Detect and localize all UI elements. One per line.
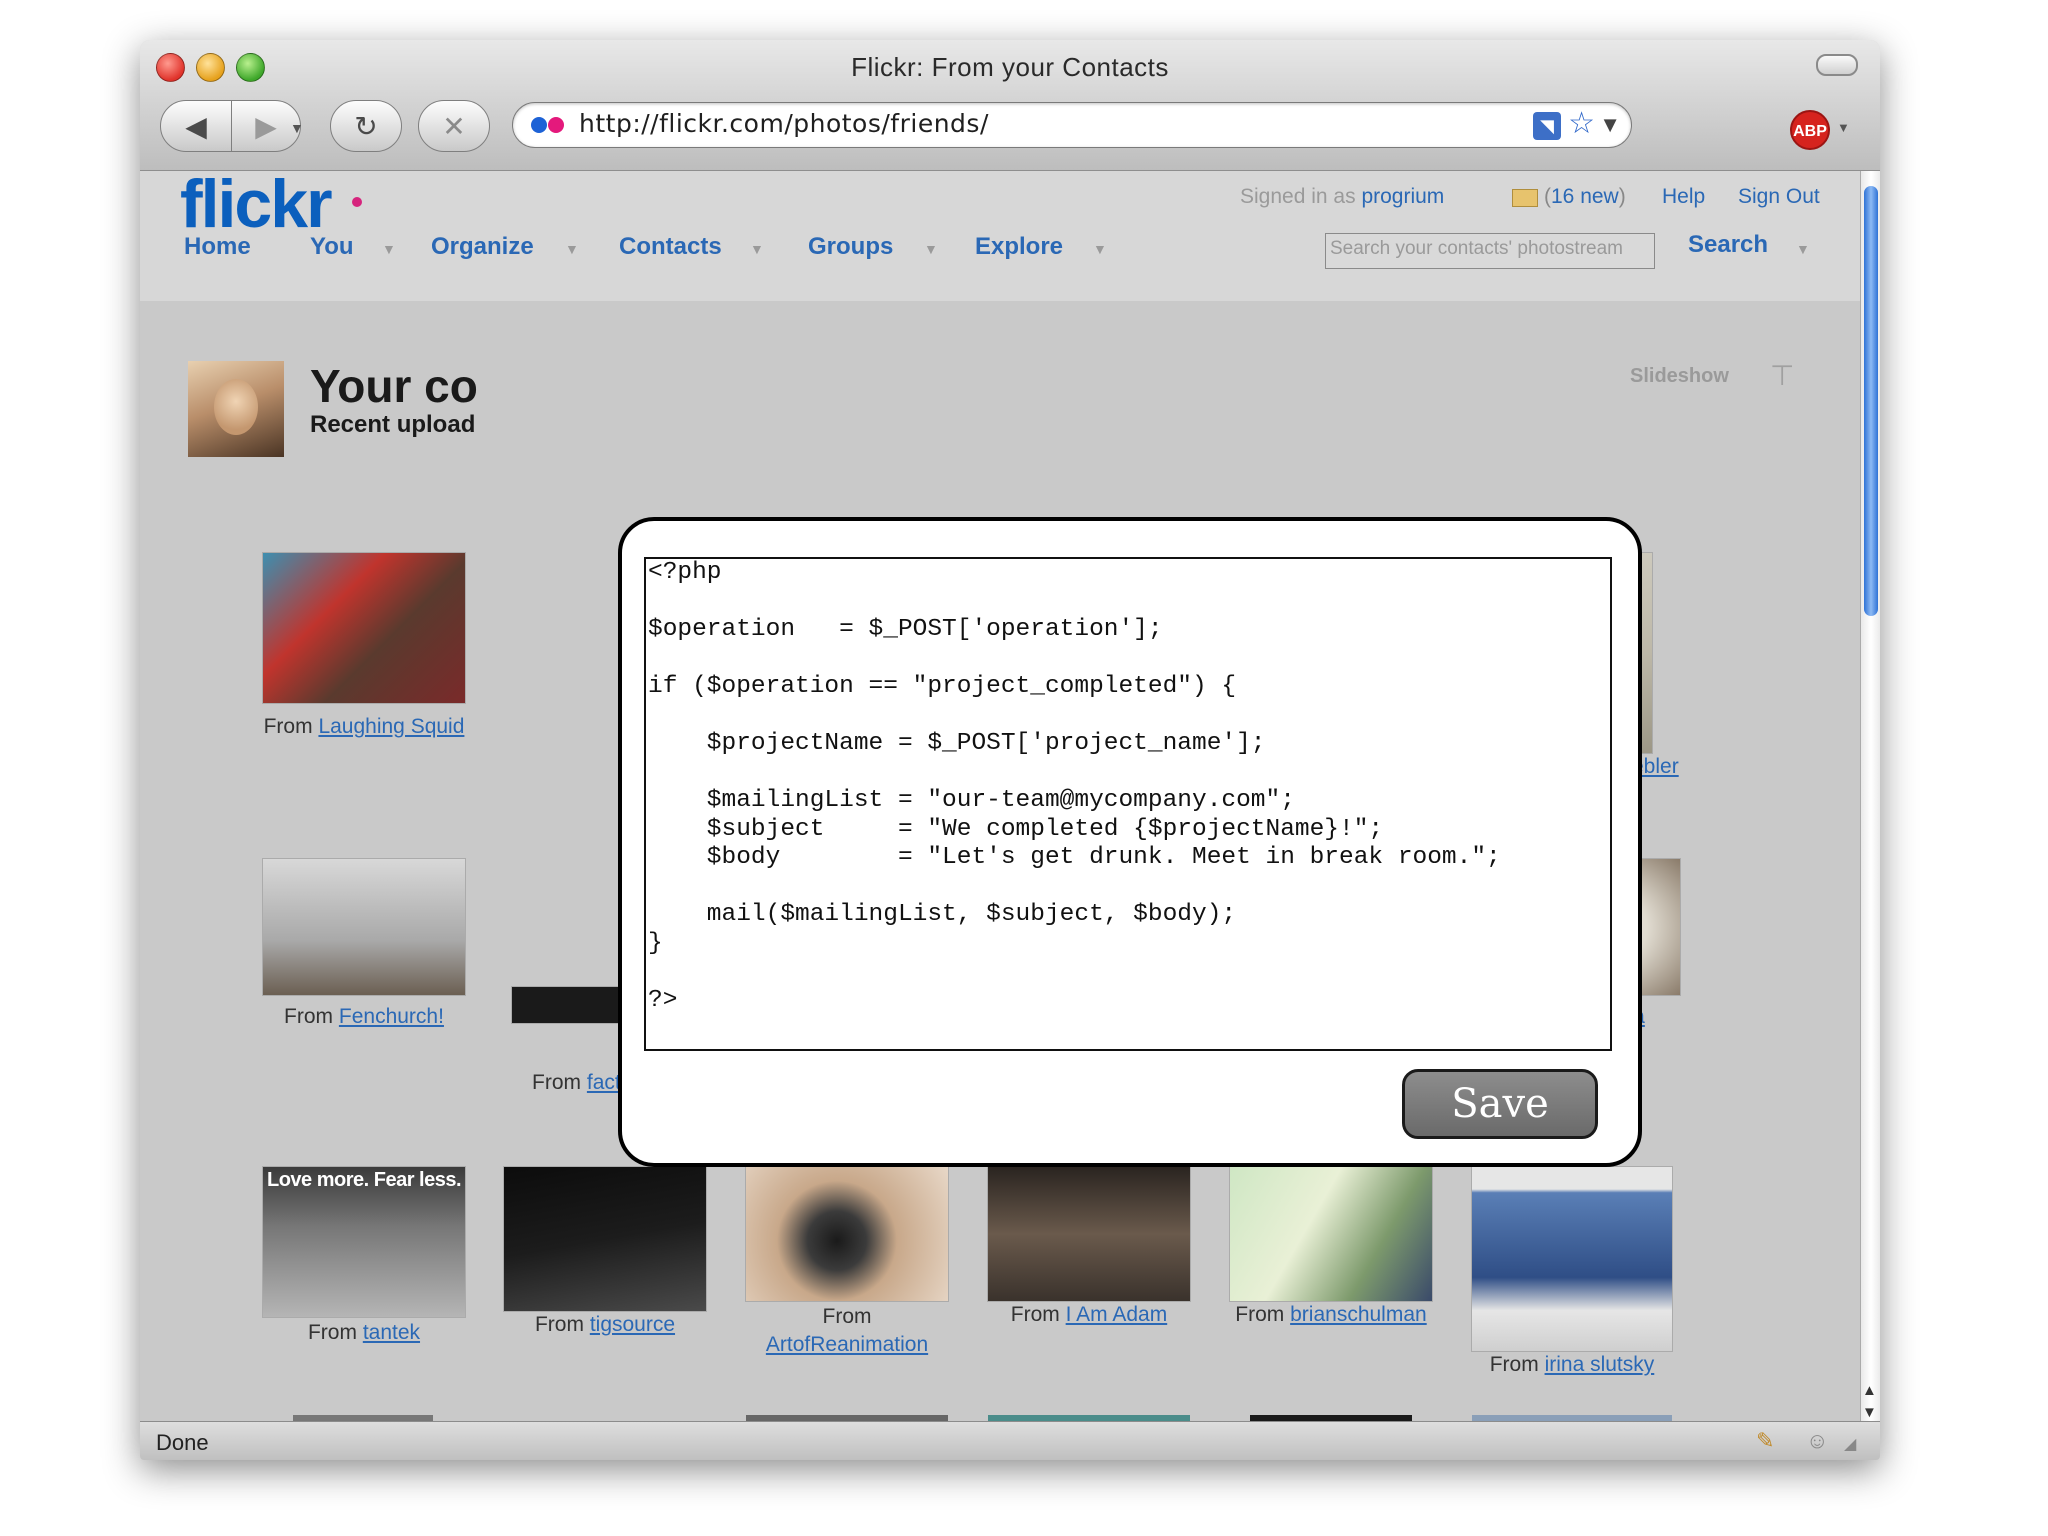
forward-arrow-icon: ▶ — [255, 110, 277, 142]
from-label: From — [1235, 1303, 1285, 1326]
nav-contacts[interactable]: Contacts — [619, 233, 722, 261]
from-label: From — [284, 1005, 334, 1028]
back-button[interactable]: ◀ — [160, 100, 232, 152]
photo-thumbnail[interactable] — [504, 1167, 706, 1311]
photo-caption: From irina slutsky — [1452, 1353, 1692, 1377]
window-title: Flickr: From your Contacts — [851, 52, 1169, 82]
url-dropdown-icon[interactable]: ▼ — [1599, 112, 1621, 138]
photo-thumbnail[interactable]: Love more. Fear less. — [263, 1167, 465, 1317]
new-messages[interactable]: (16 new) — [1544, 185, 1626, 209]
mail-icon[interactable] — [1512, 189, 1538, 207]
pencil-icon[interactable]: ✎ — [1756, 1428, 1774, 1454]
contact-link[interactable]: tigsource — [590, 1313, 675, 1336]
status-bar: Done ✎ ☺ ◢ — [140, 1421, 1880, 1460]
bookmark-star-icon[interactable]: ☆ — [1568, 106, 1595, 141]
photo-thumbnail[interactable] — [263, 859, 465, 995]
php-code[interactable]: <?php $operation = $_POST['operation']; … — [646, 559, 1610, 1015]
photo-thumbnail[interactable] — [1230, 1167, 1432, 1301]
resize-grip-icon[interactable]: ◢ — [1844, 1434, 1856, 1454]
search-dropdown-icon[interactable]: ▼ — [1796, 241, 1810, 257]
contact-link[interactable]: brianschulman — [1290, 1303, 1427, 1326]
contact-link[interactable]: ArtofReanimation — [766, 1333, 928, 1356]
contact-link[interactable]: tantek — [363, 1321, 420, 1344]
from-label: From — [534, 1313, 584, 1336]
photo-overlay-text: Love more. Fear less. — [267, 1169, 462, 1191]
page-content: flickr Signed in as progrium (16 new) He… — [140, 171, 1860, 1421]
browser-toolbar: Flickr: From your Contacts ◀ ▶ ▼ ↻ ✕ htt… — [140, 40, 1880, 171]
help-link[interactable]: Help — [1662, 185, 1705, 209]
nav-home[interactable]: Home — [184, 233, 251, 261]
reload-icon: ↻ — [354, 110, 378, 142]
signed-in-text: Signed in as progrium — [1240, 185, 1444, 209]
photo-thumbnail[interactable] — [746, 1167, 948, 1301]
page-title: Your co — [310, 360, 478, 412]
nav-groups[interactable]: Groups — [808, 233, 893, 261]
from-label: From — [1489, 1353, 1539, 1376]
nav-explore[interactable]: Explore — [975, 233, 1063, 261]
stop-button[interactable]: ✕ — [418, 100, 490, 152]
page-subtitle: Recent upload — [310, 411, 476, 438]
back-arrow-icon: ◀ — [185, 110, 207, 142]
from-label: From — [307, 1321, 357, 1344]
code-editor-textarea[interactable]: <?php $operation = $_POST['operation']; … — [644, 557, 1612, 1051]
code-editor-modal: <?php $operation = $_POST['operation']; … — [618, 517, 1642, 1167]
slideshow-icon[interactable]: ⊤ — [1770, 359, 1794, 392]
photo-thumbnail[interactable] — [988, 1167, 1190, 1301]
scroll-up-icon[interactable]: ▲ — [1862, 1382, 1877, 1399]
photo-caption: From tantek — [243, 1321, 485, 1345]
address-bar[interactable]: http://flickr.com/photos/friends/ ◥ ☆ ▼ — [512, 102, 1632, 148]
from-label: From — [532, 1071, 582, 1094]
nav-explore-dropdown-icon[interactable]: ▼ — [1093, 241, 1107, 257]
photo-caption: From brianschulman — [1210, 1303, 1452, 1327]
url-text[interactable]: http://flickr.com/photos/friends/ — [579, 109, 989, 138]
contact-link[interactable]: I Am Adam — [1066, 1303, 1168, 1326]
username-link[interactable]: progrium — [1361, 185, 1444, 208]
flickr-logo-dot — [352, 197, 362, 207]
photo-caption: From I Am Adam — [968, 1303, 1210, 1327]
from-label: From — [822, 1305, 872, 1328]
history-dropdown-icon[interactable]: ▼ — [290, 120, 304, 136]
status-text: Done — [156, 1430, 209, 1455]
nav-organize[interactable]: Organize — [431, 233, 534, 261]
site-favicon-icon — [531, 117, 571, 135]
slideshow-link[interactable]: Slideshow — [1630, 365, 1729, 388]
search-button[interactable]: Search — [1688, 231, 1768, 259]
adblock-icon[interactable]: ABP — [1790, 110, 1830, 150]
from-label: From — [263, 715, 313, 738]
extension-icon[interactable]: ☺ — [1806, 1428, 1828, 1454]
stop-icon: ✕ — [442, 110, 466, 142]
photo-caption: From Laughing Squid — [243, 715, 485, 739]
new-messages-count[interactable]: 16 new — [1551, 185, 1619, 208]
photo-caption: From tigsource — [484, 1313, 726, 1337]
toolbar-toggle-button[interactable] — [1816, 54, 1858, 76]
nav-groups-dropdown-icon[interactable]: ▼ — [924, 241, 938, 257]
nav-you[interactable]: You — [310, 233, 354, 261]
signed-in-prefix: Signed in as — [1240, 185, 1356, 208]
rss-feed-icon[interactable]: ◥ — [1533, 112, 1561, 140]
avatar[interactable] — [188, 361, 284, 457]
contact-link[interactable]: Fenchurch! — [339, 1005, 444, 1028]
save-button[interactable]: Save — [1402, 1069, 1598, 1139]
contact-link[interactable]: Laughing Squid — [318, 715, 464, 738]
nav-organize-dropdown-icon[interactable]: ▼ — [565, 241, 579, 257]
reload-button[interactable]: ↻ — [330, 100, 402, 152]
browser-window: Flickr: From your Contacts ◀ ▶ ▼ ↻ ✕ htt… — [140, 40, 1880, 1460]
scroll-down-icon[interactable]: ▼ — [1862, 1404, 1877, 1421]
adblock-dropdown-icon[interactable]: ▼ — [1837, 120, 1850, 135]
contact-link[interactable]: irina slutsky — [1545, 1353, 1655, 1376]
from-label: From — [1010, 1303, 1060, 1326]
scrollbar-thumb[interactable] — [1864, 186, 1878, 616]
photo-thumbnail[interactable] — [1472, 1167, 1672, 1351]
photo-thumbnail[interactable] — [263, 553, 465, 703]
nav-contacts-dropdown-icon[interactable]: ▼ — [750, 241, 764, 257]
contacts-search-input[interactable]: Search your contacts' photostream — [1325, 233, 1655, 269]
sign-out-link[interactable]: Sign Out — [1738, 185, 1820, 209]
photo-caption: From ArtofReanimation — [726, 1303, 968, 1359]
nav-you-dropdown-icon[interactable]: ▼ — [382, 241, 396, 257]
photo-caption: From Fenchurch! — [243, 1005, 485, 1029]
